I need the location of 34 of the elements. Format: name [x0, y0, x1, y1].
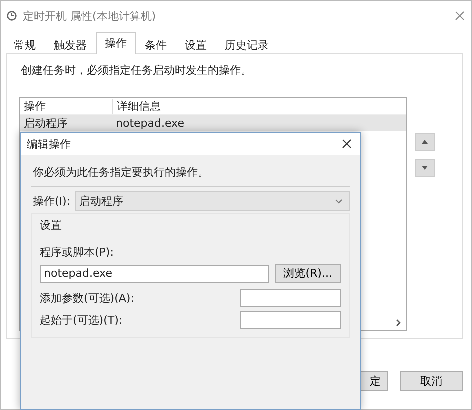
arguments-label: 添加参数(可选)(A):	[40, 290, 134, 306]
scroll-right-icon[interactable]	[396, 319, 402, 327]
tab[interactable]: 操作	[96, 32, 136, 54]
start-in-field[interactable]	[240, 311, 341, 329]
tab[interactable]: 触发器	[45, 34, 96, 53]
close-icon[interactable]	[342, 139, 352, 149]
move-down-button[interactable]	[415, 159, 435, 177]
instruction-text: 你必须为此任务指定要执行的操作。	[31, 165, 350, 187]
window-title: 定时开机 属性(本地计算机)	[23, 8, 158, 24]
column-header[interactable]: 详细信息	[113, 98, 161, 114]
arguments-field[interactable]	[240, 289, 341, 307]
caret-up-icon	[422, 140, 428, 144]
table-cell-text: notepad.exe	[115, 116, 184, 130]
table-row[interactable]: 启动程序 notepad.exe	[20, 115, 406, 131]
tab[interactable]: 常规	[5, 34, 45, 53]
clock-icon	[7, 11, 17, 21]
description-text: 创建任务时，必须指定任务启动时发生的操作。	[21, 64, 253, 77]
column-header[interactable]: 操作	[20, 98, 113, 114]
dialog-title: 编辑操作	[27, 136, 71, 152]
start-in-label: 起始于(可选)(T):	[40, 312, 123, 328]
tab[interactable]: 条件	[136, 34, 176, 53]
group-title: 设置	[40, 218, 62, 233]
tab[interactable]: 设置	[176, 34, 216, 53]
move-up-button[interactable]	[415, 133, 435, 151]
action-label: 操作(I):	[33, 194, 71, 208]
program-field[interactable]: notepad.exe	[40, 264, 270, 282]
browse-button[interactable]: 浏览(R)...	[275, 264, 341, 283]
table-cell-text: 启动程序	[23, 116, 69, 130]
cancel-button[interactable]: 取消	[400, 371, 463, 391]
action-dropdown[interactable]: 启动程序	[74, 191, 350, 211]
chevron-down-icon	[335, 198, 343, 204]
tab[interactable]: 历史记录	[216, 34, 278, 53]
program-label: 程序或脚本(P):	[40, 245, 114, 260]
caret-down-icon	[422, 166, 428, 170]
